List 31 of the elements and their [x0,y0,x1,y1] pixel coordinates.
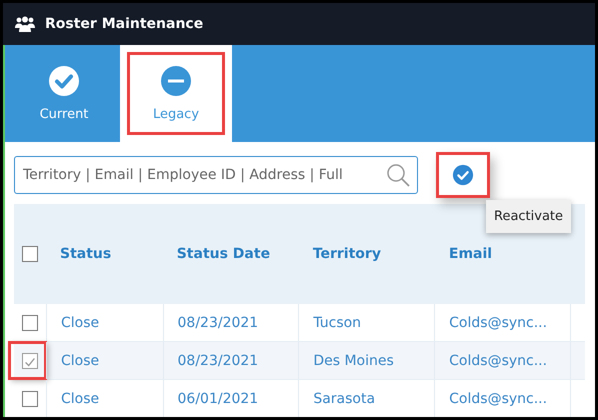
reactivate-button[interactable] [436,152,490,198]
table-cell: Colds@sync... [434,380,570,417]
tab[interactable]: Legacy [120,45,232,142]
table-cell: Colds@sync... [434,342,570,379]
column-header[interactable]: Email [434,246,571,262]
window-title: Roster Maintenance [45,16,204,32]
column-header[interactable]: Status [46,246,163,262]
minus-circle-icon [160,65,192,97]
table-cell: 06/01/2021 [162,380,298,417]
table-cell: 08/23/2021 [162,342,298,379]
checkbox[interactable] [22,246,38,262]
checkbox[interactable] [22,390,38,406]
tooltip: Reactivate [486,200,572,233]
column-header[interactable]: Status Date [162,246,299,262]
tab[interactable]: Current [13,45,115,142]
checkbox[interactable] [22,314,38,330]
checkbox[interactable] [22,352,38,368]
check-circle-icon [452,164,474,186]
table-cell: Tucson [298,304,434,341]
column-header[interactable]: Territory [298,246,435,262]
table-cell: Des Moines [298,342,434,379]
table-cell: Sarasota [298,380,434,417]
table-cell: Colds@sync... [434,304,570,341]
search-field[interactable]: Territory | Email | Employee ID | Address | Full [14,156,418,194]
table-cell: 08/23/2021 [162,304,298,341]
table-cell: Close [46,342,162,379]
people-icon [15,16,35,32]
table-cell: Close [46,304,162,341]
check-circle-icon [48,65,80,97]
search-icon [386,163,410,187]
table-cell: Close [46,380,162,417]
